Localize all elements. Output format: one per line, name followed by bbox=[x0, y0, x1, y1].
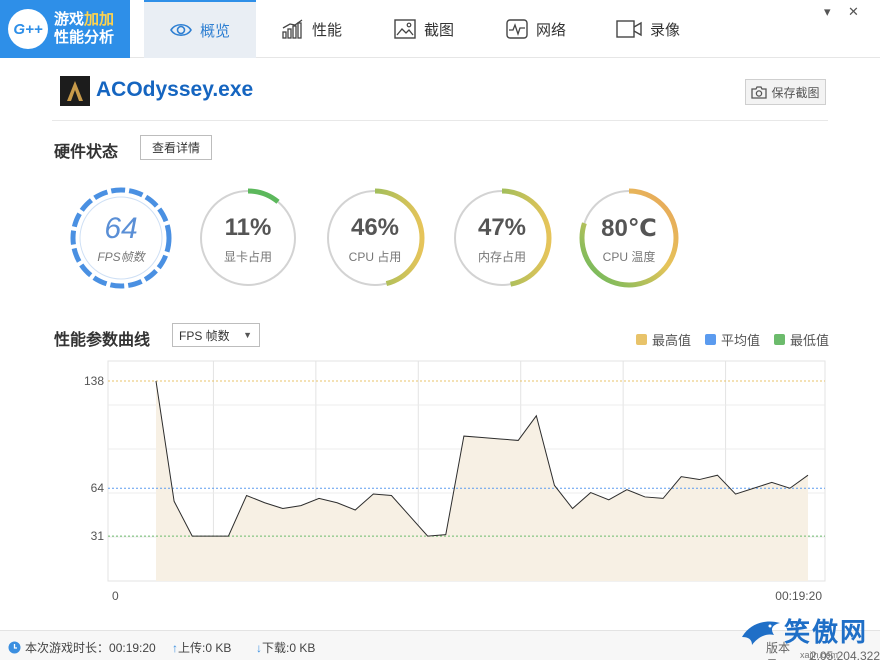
close-button[interactable]: ✕ bbox=[848, 4, 859, 20]
duration-value: 00:19:20 bbox=[109, 640, 156, 655]
legend-avg: 平均值 bbox=[705, 330, 760, 349]
x-start-label: 0 bbox=[112, 589, 119, 603]
watermark-sub: xajjn.com bbox=[800, 650, 839, 660]
fps-label: FPS帧数 bbox=[97, 250, 145, 264]
duration-label: 本次游戏时长： bbox=[25, 641, 110, 655]
logo-mark: G++ bbox=[8, 9, 48, 49]
logo-line2: 性能分析 bbox=[54, 29, 115, 46]
legend-max: 最高值 bbox=[636, 330, 691, 349]
cpu-gauge: 46% CPU 占用 bbox=[323, 186, 427, 290]
temperature-value: 80℃ bbox=[601, 215, 657, 242]
legend-min-label: 最低值 bbox=[790, 333, 830, 348]
tab-label: 概览 bbox=[199, 22, 230, 40]
hardware-status-title: 硬件状态 bbox=[54, 144, 119, 161]
bar-chart-icon bbox=[282, 19, 303, 39]
gpu-value: 11% bbox=[224, 214, 272, 241]
upload-value: 0 KB bbox=[205, 640, 232, 655]
eye-icon bbox=[170, 23, 192, 37]
gpu-label: 显卡占用 bbox=[223, 250, 272, 264]
image-icon bbox=[394, 19, 416, 39]
logo-text: 游戏加加 性能分析 bbox=[54, 11, 114, 47]
game-icon bbox=[60, 76, 90, 106]
x-end-label: 00:19:20 bbox=[775, 589, 822, 603]
cpu-value: 46% bbox=[350, 214, 400, 241]
tab-performance[interactable]: 性能 bbox=[256, 0, 368, 58]
cpu-temperature-gauge: 80℃ CPU 温度 bbox=[577, 186, 681, 290]
upload-label: 上传: bbox=[178, 641, 206, 655]
view-details-button[interactable]: 查看详情 bbox=[140, 135, 212, 160]
y-tick-label: 31 bbox=[91, 529, 105, 543]
y-tick-label: 64 bbox=[91, 481, 105, 495]
camera-icon bbox=[751, 85, 768, 99]
legend-min: 最低值 bbox=[774, 330, 829, 349]
watermark: 笑傲网 xajjn.com bbox=[740, 612, 869, 660]
pulse-icon bbox=[506, 19, 528, 39]
logo-line1-b: 加加 bbox=[84, 11, 115, 28]
legend-max-label: 最高值 bbox=[652, 333, 692, 348]
tab-overview[interactable]: 概览 bbox=[144, 0, 256, 58]
tab-label: 网络 bbox=[535, 21, 566, 39]
fps-curve-chart: 138 64 31 0 00:19:20 bbox=[84, 360, 826, 603]
clock-icon bbox=[8, 641, 21, 654]
minimize-button[interactable]: ▾ bbox=[824, 4, 831, 20]
watermark-text: 笑傲网 bbox=[784, 617, 869, 647]
metric-select[interactable]: FPS 帧数 ▼ bbox=[172, 323, 260, 347]
legend-avg-swatch bbox=[705, 334, 716, 345]
tab-recording[interactable]: 录像 bbox=[592, 0, 704, 58]
tab-label: 性能 bbox=[311, 21, 342, 39]
temperature-label: CPU 温度 bbox=[602, 250, 656, 264]
save-screenshot-button[interactable]: 保存截图 bbox=[745, 79, 826, 105]
metric-select-value: FPS 帧数 bbox=[179, 328, 230, 343]
legend-min-swatch bbox=[774, 334, 785, 345]
tab-network[interactable]: 网络 bbox=[480, 0, 592, 58]
memory-value: 47% bbox=[477, 214, 527, 241]
performance-curve-title: 性能参数曲线 bbox=[54, 332, 151, 349]
upload-info: ↑ 上传: 0 KB bbox=[172, 639, 231, 656]
cpu-label: CPU 占用 bbox=[348, 250, 402, 264]
app-logo: G++ 游戏加加 性能分析 bbox=[0, 0, 130, 58]
main-tabs: 概览 性能 截图 网络 录像 bbox=[144, 0, 704, 58]
gpu-gauge: 11% 显卡占用 bbox=[196, 186, 300, 290]
divider bbox=[52, 120, 828, 121]
chevron-down-icon: ▼ bbox=[243, 330, 252, 340]
play-duration: 本次游戏时长： 00:19:20 bbox=[8, 639, 156, 656]
memory-gauge: 47% 内存占用 bbox=[450, 186, 554, 290]
y-tick-label: 138 bbox=[84, 374, 104, 388]
logo-line1-a: 游戏 bbox=[54, 11, 85, 28]
save-screenshot-label: 保存截图 bbox=[771, 85, 820, 100]
tab-screenshot[interactable]: 截图 bbox=[368, 0, 480, 58]
process-name: ACOdyssey.exe bbox=[96, 78, 254, 101]
top-bar: G++ 游戏加加 性能分析 概览 性能 截图 网络 录像 ▾ ✕ bbox=[0, 0, 880, 58]
fps-gauge: 64 FPS帧数 bbox=[69, 186, 173, 290]
download-value: 0 KB bbox=[289, 640, 316, 655]
download-info: ↓ 下载: 0 KB bbox=[256, 639, 315, 656]
shark-logo-icon bbox=[742, 621, 780, 645]
video-camera-icon bbox=[616, 20, 642, 38]
memory-label: 内存占用 bbox=[477, 250, 526, 264]
tab-label: 录像 bbox=[649, 21, 680, 39]
tab-label: 截图 bbox=[423, 21, 454, 39]
legend-max-swatch bbox=[636, 334, 647, 345]
legend-avg-label: 平均值 bbox=[721, 333, 761, 348]
download-label: 下载: bbox=[262, 641, 290, 655]
fps-value: 64 bbox=[104, 212, 138, 245]
